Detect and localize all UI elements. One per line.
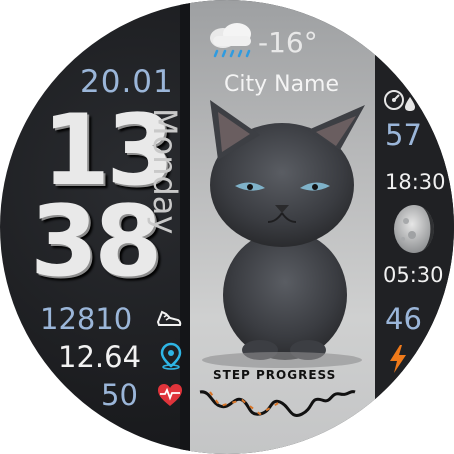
temperature: -16° xyxy=(258,26,318,59)
step-count: 12810 xyxy=(40,302,133,336)
sunrise-time: 05:30 xyxy=(383,263,444,287)
power-value: 46 xyxy=(385,302,422,336)
battery-value: 57 xyxy=(385,118,422,152)
watch-face: STEP PROGRESS 20.01 13 38 Monday -16° Ci… xyxy=(0,0,454,454)
water-drop-icon xyxy=(404,96,416,116)
lightning-bolt-icon xyxy=(388,344,408,378)
sunset-time: 18:30 xyxy=(385,170,446,194)
cat-image xyxy=(199,100,365,417)
location-pin-icon xyxy=(160,342,182,374)
city-name: City Name xyxy=(224,72,340,97)
heart-rate: 50 xyxy=(101,378,138,412)
shoe-icon xyxy=(156,306,182,334)
moon-phase-icon xyxy=(392,203,436,259)
distance: 12.64 xyxy=(58,340,142,374)
weekday: Monday xyxy=(146,108,184,235)
minute: 38 xyxy=(30,185,162,299)
step-progress-label: STEP PROGRESS xyxy=(213,368,337,382)
cloud-rain-icon xyxy=(205,22,257,66)
heart-icon xyxy=(156,382,184,412)
cat-photo-panel xyxy=(190,0,375,454)
